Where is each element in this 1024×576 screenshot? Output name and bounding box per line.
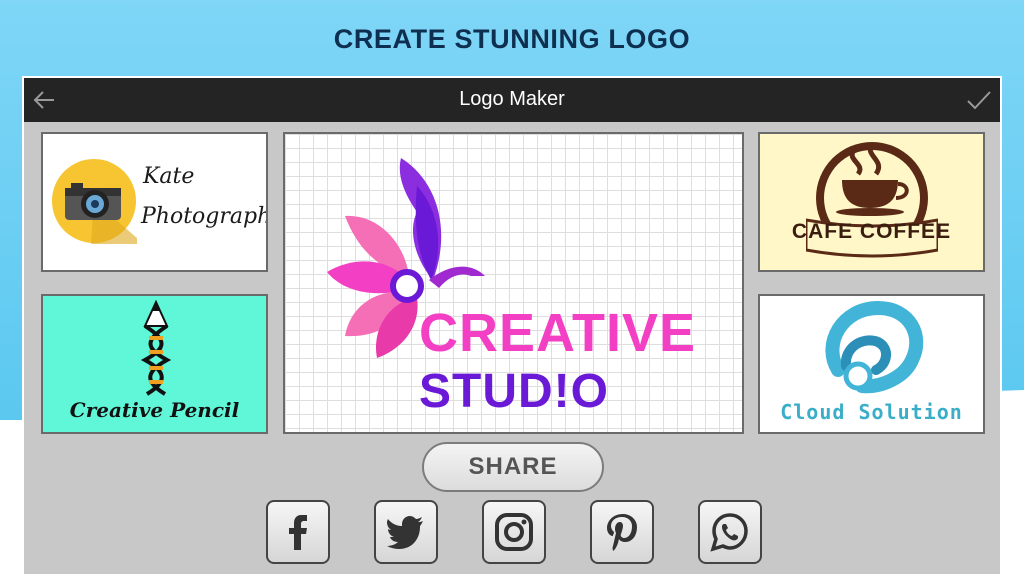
facebook-button[interactable] bbox=[266, 500, 330, 564]
whatsapp-icon bbox=[710, 513, 748, 552]
kate-line1: Kate bbox=[143, 164, 195, 189]
pinterest-icon bbox=[607, 514, 637, 551]
instagram-icon bbox=[495, 513, 533, 551]
pencil-text: Creative Pencil bbox=[69, 398, 240, 422]
logo-card-cafe-coffee[interactable]: CAFE COFFEE bbox=[758, 132, 985, 272]
headline: CREATE STUNNING LOGO bbox=[333, 24, 691, 54]
cloud-swirl-icon bbox=[825, 300, 924, 394]
facebook-icon bbox=[289, 515, 307, 550]
coffee-cup-icon bbox=[806, 142, 938, 258]
app-title: Logo Maker bbox=[459, 88, 565, 110]
title-bar: Logo Maker bbox=[24, 78, 1000, 122]
share-button[interactable]: SHARE bbox=[422, 442, 604, 492]
cafe-text: CAFE COFFEE bbox=[791, 220, 952, 243]
checkmark-icon[interactable] bbox=[966, 89, 992, 111]
whatsapp-button[interactable] bbox=[698, 500, 762, 564]
camera-icon bbox=[52, 159, 137, 244]
kate-line2: Photography bbox=[141, 204, 266, 229]
studio-text: STUD!O bbox=[419, 365, 609, 418]
creative-text: CREATIVE bbox=[419, 303, 697, 363]
twitter-button[interactable] bbox=[374, 500, 438, 564]
cloud-text: Cloud Solution bbox=[780, 400, 963, 424]
logo-preview-creative-studio[interactable]: CREATIVE STUD!O bbox=[283, 132, 744, 434]
instagram-button[interactable] bbox=[482, 500, 546, 564]
app-window: Logo Maker Kate Photography bbox=[22, 76, 1002, 576]
logo-card-kate-photography[interactable]: Kate Photography bbox=[41, 132, 268, 272]
pinterest-button[interactable] bbox=[590, 500, 654, 564]
logo-card-creative-pencil[interactable]: Creative Pencil bbox=[41, 294, 268, 434]
logo-card-cloud-solution[interactable]: Cloud Solution bbox=[758, 294, 985, 434]
pencil-dna-icon bbox=[140, 300, 172, 396]
twitter-icon bbox=[387, 516, 423, 549]
